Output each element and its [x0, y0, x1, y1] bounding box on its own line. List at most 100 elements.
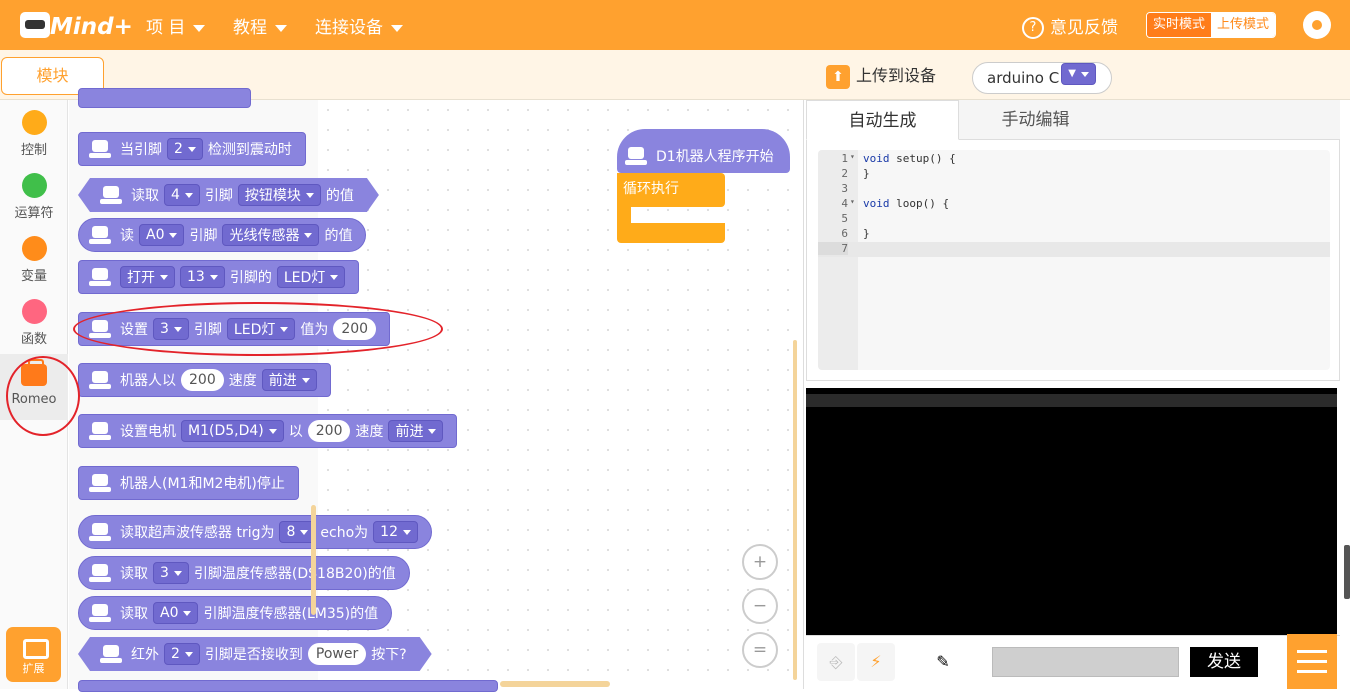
send-button[interactable]: 发送 [1190, 647, 1258, 677]
board-select[interactable]: arduino C ▼ [972, 62, 1112, 94]
echo-dropdown[interactable]: 12 [373, 521, 418, 543]
code-editor[interactable]: 1 ▾ void setup() {2} 3 4 ▾ void loop() {5 6} 7 [818, 150, 1330, 370]
ir-key-input[interactable]: Power [308, 643, 366, 665]
robot-icon [87, 368, 113, 392]
loop-arm [617, 205, 631, 225]
hamburger-menu-icon[interactable] [1287, 634, 1337, 689]
module-dropdown[interactable]: 按钮模块 [238, 184, 321, 206]
usb-icon[interactable]: ⎆ [817, 643, 855, 681]
speed-input[interactable]: 200 [181, 369, 224, 391]
action-dropdown[interactable]: 打开 [120, 266, 175, 288]
mindplus-logo[interactable]: Mind+ [20, 8, 133, 44]
category-control[interactable]: 控制 [0, 110, 68, 166]
category-functions[interactable]: 函数 [0, 299, 68, 355]
block-read-light[interactable]: 读 A0 引脚 光线传感器 的值 [78, 218, 367, 252]
eraser-icon[interactable]: ✎ [924, 643, 962, 681]
module-dropdown[interactable]: LED灯 [276, 266, 346, 288]
palette-scrollbar[interactable] [311, 505, 316, 615]
forever-loop-block[interactable]: 循环执行 [617, 173, 725, 207]
window-edge-handle[interactable] [1344, 545, 1350, 599]
line-number: 5 [841, 212, 848, 225]
tab-auto-generate[interactable]: 自动生成 [806, 100, 959, 140]
robot-icon [87, 561, 113, 585]
zoom-in-icon[interactable]: + [742, 544, 778, 580]
line-number: 4 [841, 197, 848, 210]
block-lm35[interactable]: 读取 A0 引脚温度传感器(LM35)的值 [78, 596, 393, 630]
pin-dropdown[interactable]: 3 [153, 562, 189, 584]
serial-send-input[interactable] [992, 647, 1179, 677]
usb-connected-icon[interactable]: ⚡ [857, 643, 895, 681]
block-set-motor[interactable]: 设置电机 M1(D5,D4) 以 200 速度 前进 [78, 414, 458, 448]
block-text: 设置电机 [120, 424, 176, 440]
line-number: 1 [841, 152, 848, 165]
realtime-mode-button[interactable]: 实时模式 [1147, 13, 1212, 37]
motor-dropdown[interactable]: M1(D5,D4) [181, 420, 284, 442]
upload-mode-button[interactable]: 上传模式 [1211, 13, 1276, 37]
block-ultrasonic[interactable]: 读取超声波传感器 trig为 8 echo为 12 [78, 515, 432, 549]
block-read-button[interactable]: 读取 4 引脚 按钮模块 的值 [78, 178, 379, 212]
speed-input[interactable]: 200 [307, 420, 351, 442]
pin-dropdown[interactable]: 2 [164, 643, 200, 665]
code-line[interactable]: 7 [818, 242, 1330, 257]
extension-label: 扩展 [22, 662, 45, 675]
category-operators[interactable]: 运算符 [0, 173, 68, 229]
serial-monitor[interactable] [806, 388, 1337, 635]
code-line[interactable]: 4 ▾ void loop() { [818, 197, 1330, 212]
block-ds18b20[interactable]: 读取 3 引脚温度传感器(DS18B20)的值 [78, 556, 410, 590]
partial-block[interactable] [78, 88, 251, 108]
fold-arrow-icon[interactable]: ▾ [850, 197, 855, 206]
direction-dropdown[interactable]: 前进 [388, 420, 444, 442]
red-circle-annotation [6, 356, 80, 436]
block-text: 读取 [120, 566, 148, 582]
block-text: echo为 [320, 525, 369, 541]
program-start-hat-block[interactable]: D1机器人程序开始 [617, 129, 790, 173]
module-dropdown[interactable]: 光线传感器 [222, 224, 320, 246]
block-text: 检测到震动时 [207, 142, 292, 158]
code-line[interactable]: 3 [818, 182, 1330, 197]
block-text: 按下? [371, 647, 407, 663]
robot-icon [87, 137, 113, 161]
block-text: 引脚是否接收到 [204, 647, 303, 663]
menu-project[interactable]: 项 目 [146, 13, 206, 38]
pin-dropdown[interactable]: 2 [167, 138, 203, 160]
code-text: void setup() { [863, 152, 956, 165]
code-text: } [863, 167, 870, 180]
pin-dropdown[interactable]: 13 [180, 266, 225, 288]
pin-dropdown[interactable]: A0 [139, 224, 185, 246]
mode-toggle[interactable]: 实时模式 上传模式 [1146, 12, 1277, 38]
loop-label: 循环执行 [623, 181, 679, 197]
extension-button[interactable]: 扩展 [6, 627, 61, 682]
block-infrared[interactable]: 红外 2 引脚是否接收到 Power 按下? [78, 637, 432, 671]
menu-tutorial[interactable]: 教程 [233, 13, 287, 38]
zoom-reset-icon[interactable]: = [742, 632, 778, 668]
block-robot-speed[interactable]: 机器人以 200 速度 前进 [78, 363, 331, 397]
menu-connect-device[interactable]: 连接设备 [315, 13, 403, 38]
code-line[interactable]: 1 ▾ void setup() { [818, 152, 1330, 167]
code-line[interactable]: 2} [818, 167, 1330, 182]
robot-icon [623, 144, 649, 168]
workspace-horizontal-scrollbar[interactable] [500, 681, 610, 687]
script-workspace[interactable] [318, 100, 804, 689]
robot-icon [98, 642, 124, 666]
zoom-out-icon[interactable]: − [742, 588, 778, 624]
pin-dropdown[interactable]: A0 [153, 602, 199, 624]
code-line[interactable]: 5 [818, 212, 1330, 227]
upload-arrow-icon: ⬆ [826, 64, 850, 89]
code-line[interactable]: 6} [818, 227, 1330, 242]
tab-manual-edit[interactable]: 手动编辑 [959, 100, 1112, 140]
partial-block[interactable] [78, 680, 498, 692]
settings-gear-icon[interactable] [1303, 11, 1331, 39]
category-variables[interactable]: 变量 [0, 236, 68, 292]
fold-arrow-icon[interactable]: ▾ [850, 152, 855, 161]
block-turn-on-led[interactable]: 打开 13 引脚的 LED灯 [78, 260, 360, 294]
upload-to-device-button[interactable]: ⬆ 上传到设备 [826, 62, 936, 89]
direction-dropdown[interactable]: 前进 [261, 369, 317, 391]
workspace-vertical-scrollbar[interactable] [793, 340, 797, 680]
pin-dropdown[interactable]: 4 [164, 184, 200, 206]
block-vibration-event[interactable]: 当引脚 2 检测到震动时 [78, 132, 306, 166]
code-text: } [863, 227, 870, 240]
line-number: 7 [818, 242, 848, 255]
menu-connect-label: 连接设备 [315, 18, 383, 38]
feedback-button[interactable]: ? 意见反馈 [1022, 13, 1118, 39]
block-robot-stop[interactable]: 机器人(M1和M2电机)停止 [78, 466, 299, 500]
